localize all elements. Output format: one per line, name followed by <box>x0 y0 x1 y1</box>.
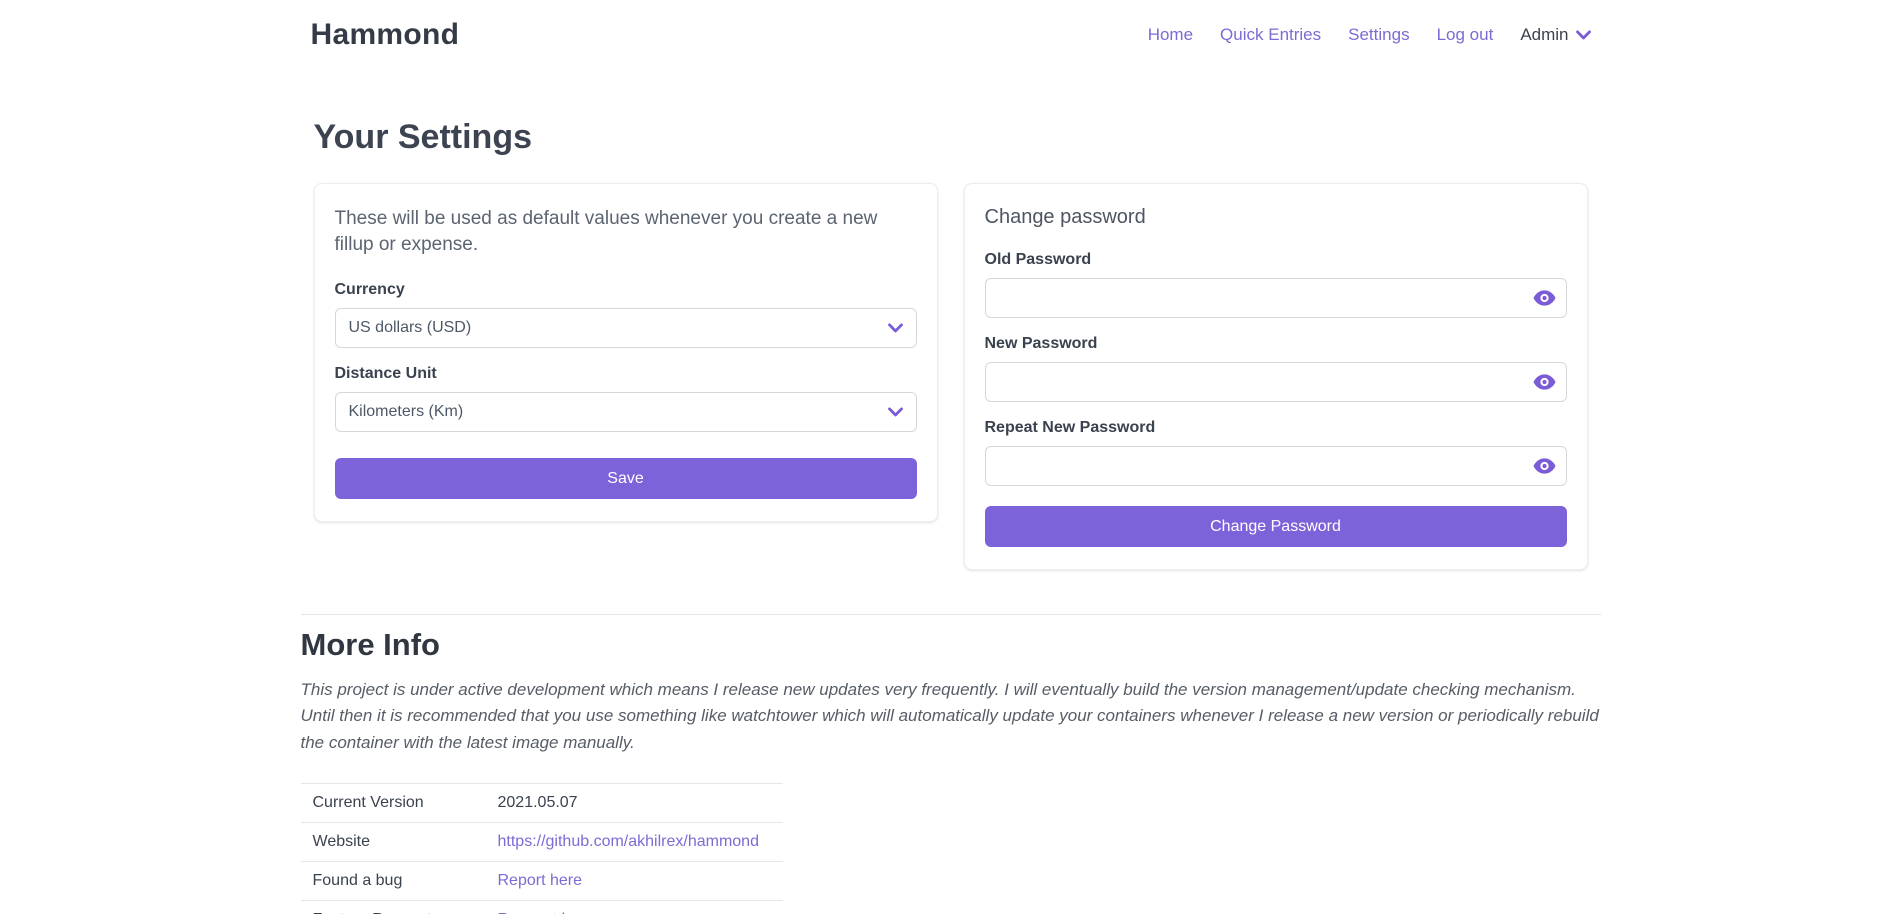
toggle-new-password-visibility-button[interactable] <box>1531 372 1558 392</box>
nav-user-menu[interactable]: Admin <box>1520 25 1590 45</box>
nav-item-settings[interactable]: Settings <box>1348 25 1409 45</box>
user-menu-label: Admin <box>1520 25 1568 45</box>
info-value: 2021.05.07 <box>498 784 783 823</box>
password-card-title: Change password <box>985 206 1567 229</box>
toggle-old-password-visibility-button[interactable] <box>1531 288 1558 308</box>
old-password-label: Old Password <box>985 251 1567 269</box>
toggle-repeat-password-visibility-button[interactable] <box>1531 456 1558 476</box>
repeat-password-input[interactable] <box>985 446 1567 486</box>
info-value: Report here <box>498 862 783 901</box>
brand-logo[interactable]: Hammond <box>311 18 460 52</box>
section-divider <box>301 614 1601 615</box>
chevron-down-icon <box>888 407 903 417</box>
defaults-description: These will be used as default values whe… <box>335 206 917 257</box>
distance-selected-value: Kilometers (Km) <box>349 403 464 421</box>
info-value: https://github.com/akhilrex/hammond <box>498 823 783 862</box>
chevron-down-icon <box>1576 30 1591 40</box>
report-bug-link[interactable]: Report here <box>498 872 583 889</box>
info-label: Website <box>301 823 498 862</box>
new-password-label: New Password <box>985 335 1567 353</box>
more-info-table: Current Version 2021.05.07 Website https… <box>301 783 783 914</box>
change-password-button[interactable]: Change Password <box>985 506 1567 547</box>
password-card: Change password Old Password New Passwor… <box>964 183 1588 570</box>
eye-icon <box>1533 290 1556 306</box>
eye-icon <box>1533 458 1556 474</box>
info-value: Request here <box>498 901 783 914</box>
nav-item-logout[interactable]: Log out <box>1437 25 1494 45</box>
website-link[interactable]: https://github.com/akhilrex/hammond <box>498 833 759 850</box>
nav-item-quick-entries[interactable]: Quick Entries <box>1220 25 1321 45</box>
old-password-input[interactable] <box>985 278 1567 318</box>
new-password-input[interactable] <box>985 362 1567 402</box>
table-row: Website https://github.com/akhilrex/hamm… <box>301 823 783 862</box>
info-label: Found a bug <box>301 862 498 901</box>
save-button[interactable]: Save <box>335 458 917 499</box>
info-label: Feature Request <box>301 901 498 914</box>
development-note: This project is under active development… <box>301 677 1601 756</box>
page-title: Your Settings <box>301 118 1601 157</box>
currency-selected-value: US dollars (USD) <box>349 319 472 337</box>
table-row: Found a bug Report here <box>301 862 783 901</box>
currency-select[interactable]: US dollars (USD) <box>335 308 917 348</box>
chevron-down-icon <box>888 323 903 333</box>
defaults-card: These will be used as default values whe… <box>314 183 938 522</box>
distance-unit-select[interactable]: Kilometers (Km) <box>335 392 917 432</box>
currency-label: Currency <box>335 281 917 299</box>
repeat-password-label: Repeat New Password <box>985 419 1567 437</box>
nav-item-home[interactable]: Home <box>1148 25 1193 45</box>
navbar: Hammond Home Quick Entries Settings Log … <box>0 0 1901 70</box>
info-label: Current Version <box>301 784 498 823</box>
main-content: Your Settings These will be used as defa… <box>301 118 1601 914</box>
eye-icon <box>1533 374 1556 390</box>
nav-links: Home Quick Entries Settings Log out Admi… <box>1148 25 1591 45</box>
table-row: Current Version 2021.05.07 <box>301 784 783 823</box>
table-row: Feature Request Request here <box>301 901 783 914</box>
more-info-title: More Info <box>301 627 1601 663</box>
distance-unit-label: Distance Unit <box>335 365 917 383</box>
